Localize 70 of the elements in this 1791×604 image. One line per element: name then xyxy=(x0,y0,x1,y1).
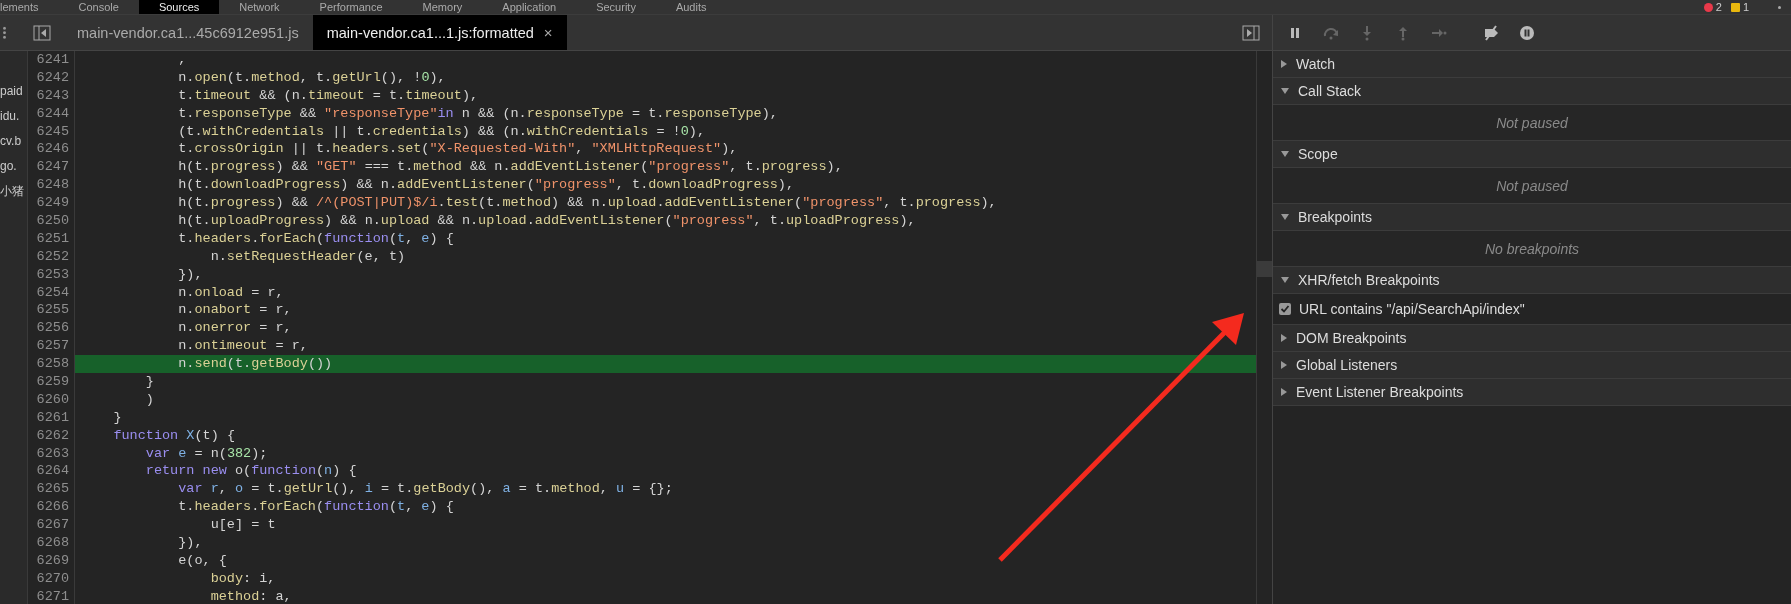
code-text: t.headers.forEach(function(t, e) { xyxy=(177,498,454,517)
code-text: t.timeout && (n.timeout = t.timeout), xyxy=(177,86,479,105)
file-tab[interactable]: main-vendor.ca1...45c6912e951.js xyxy=(63,15,313,50)
code-text: n.ontimeout = r, xyxy=(177,337,308,356)
code-text: function X(t) { xyxy=(112,426,235,445)
code-text: return new o(function(n) { xyxy=(144,462,357,481)
code-text: n.send(t.getBody()) xyxy=(177,355,333,374)
pause-on-exceptions-icon[interactable] xyxy=(1519,24,1535,41)
file-tab[interactable]: main-vendor.ca1...1.js:formatted × xyxy=(312,15,567,50)
code-text: h(t.uploadProgress) && n.upload && n.upload.addEventListener("progress", t.uploadProgress), xyxy=(177,212,916,230)
warning-count: 1 xyxy=(1742,0,1749,14)
panel-tab[interactable]: Network xyxy=(219,0,300,14)
panel-tab[interactable]: Security xyxy=(576,0,656,14)
code-text: n.setRequestHeader(e, t) xyxy=(209,247,406,266)
code-text: n.onerror = r, xyxy=(177,319,292,338)
section-header[interactable]: Global Listeners xyxy=(1273,352,1791,379)
panel-tab[interactable]: Audits xyxy=(655,0,727,14)
panel-tab[interactable]: Memory xyxy=(402,0,483,14)
code-text: n.onabort = r, xyxy=(177,301,292,320)
deactivate-breakpoints-icon[interactable] xyxy=(1483,24,1499,41)
file-item[interactable]: cv.b xyxy=(0,129,27,154)
more-menu-icon[interactable] xyxy=(1778,5,1781,9)
error-count: 2 xyxy=(1715,0,1722,14)
code-text: e(o, { xyxy=(177,551,227,570)
toggle-debugger-icon[interactable] xyxy=(1242,24,1260,41)
code-text: body: i, xyxy=(209,569,276,588)
file-item[interactable]: go. xyxy=(0,154,27,179)
code-text: n.onload = r, xyxy=(177,283,284,302)
code-text: n.open(t.method, t.getUrl(), !0), xyxy=(177,68,446,87)
section-header[interactable]: Watch xyxy=(1273,51,1791,78)
section-header[interactable]: Breakpoints xyxy=(1273,204,1791,231)
checkbox[interactable] xyxy=(1279,303,1291,315)
panel-tab[interactable]: Performance xyxy=(299,0,403,14)
code-text: t.responseType && "responseType"in n && (n.responseType = t.responseType), xyxy=(177,104,778,123)
toggle-navigator-icon[interactable] xyxy=(33,24,51,41)
panel-tab[interactable]: Application xyxy=(482,0,577,14)
section-header[interactable]: XHR/fetch Breakpoints xyxy=(1273,267,1791,294)
file-item[interactable]: 小猪 xyxy=(0,179,27,204)
section-header[interactable]: Scope xyxy=(1273,141,1791,168)
code-text: method: a, xyxy=(209,587,292,604)
code-text: } xyxy=(112,408,122,427)
error-icon xyxy=(1703,2,1713,12)
panel-tab[interactable]: lements xyxy=(0,0,59,14)
section-header[interactable]: Event Listener Breakpoints xyxy=(1273,379,1791,406)
code-text: h(t.progress) && /^(POST|PUT)$/i.test(t.method) && n.upload.addEventListener("progress", t.progress), xyxy=(177,194,997,212)
breakpoint-label: URL contains "/api/SearchApi/index" xyxy=(1299,301,1525,317)
code-text: }), xyxy=(177,265,203,284)
file-item[interactable]: idu. xyxy=(0,104,27,129)
scrollbar-thumb[interactable] xyxy=(1257,261,1272,277)
section-header[interactable]: DOM Breakpoints xyxy=(1273,325,1791,352)
panel-tab[interactable]: Console xyxy=(58,0,139,14)
code-text: (t.withCredentials || t.credentials) && (n.withCredentials = !0), xyxy=(177,122,706,141)
code-text: , xyxy=(177,51,187,69)
code-text: h(t.downloadProgress) && n.addEventListener("progress", t.downloadProgress), xyxy=(177,176,795,195)
code-text: t.crossOrigin || t.headers.set("X-Requested-With", "XMLHttpRequest"), xyxy=(177,140,738,159)
warning-icon xyxy=(1730,2,1740,12)
panel-tab[interactable]: Sources xyxy=(138,0,220,14)
code-text: } xyxy=(144,373,154,391)
code-text: }), xyxy=(177,534,203,552)
code-text: u[e] = t xyxy=(209,516,276,535)
code-text: var e = n(382); xyxy=(144,444,268,463)
close-button[interactable]: × xyxy=(543,24,553,41)
drag-handle-icon[interactable] xyxy=(3,26,6,39)
line-number: 6258 xyxy=(28,355,75,374)
code-text: ) xyxy=(144,390,154,409)
code-text: t.headers.forEach(function(t, e) { xyxy=(177,229,454,248)
file-item[interactable]: paid xyxy=(0,79,27,104)
code-text: var r, o = t.getUrl(), i = t.getBody(), a = t.method, u = {}; xyxy=(177,480,673,499)
section-header[interactable]: Call Stack xyxy=(1273,78,1791,105)
code-text: h(t.progress) && "GET" === t.method && n.addEventListener("progress", t.progress), xyxy=(177,158,843,177)
